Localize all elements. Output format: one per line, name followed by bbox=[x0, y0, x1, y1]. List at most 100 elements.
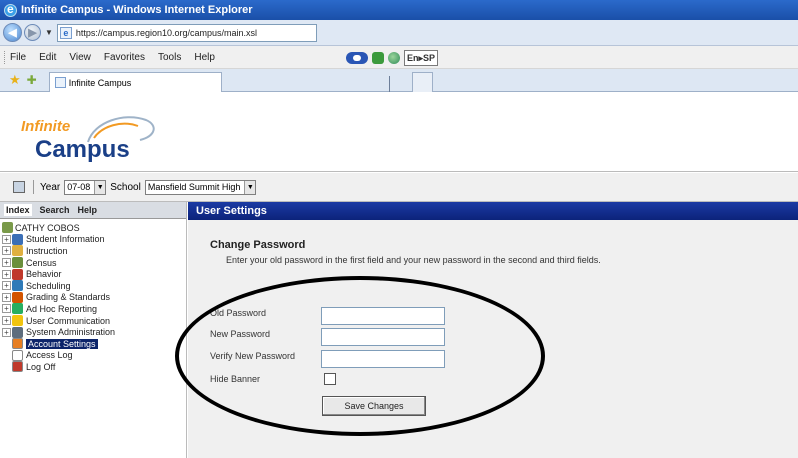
campus-logo-swoosh-icon bbox=[87, 116, 155, 143]
window-title-bar: Infinite Campus - Windows Internet Explo… bbox=[0, 0, 798, 20]
tree-subitem-label: Account Settings bbox=[26, 338, 98, 349]
main-panel: User Settings Change Password Enter your… bbox=[188, 202, 798, 458]
menu-file[interactable]: File bbox=[10, 52, 26, 63]
year-select[interactable]: 07-08 ▼ bbox=[64, 179, 107, 195]
menu-bar: File Edit View Favorites Tools Help En▸S… bbox=[0, 46, 798, 69]
chevron-down-icon: ▼ bbox=[244, 180, 256, 194]
verify-password-input[interactable] bbox=[321, 350, 445, 368]
expand-icon[interactable]: + bbox=[2, 234, 11, 244]
panel-header: User Settings bbox=[188, 202, 798, 220]
user-name: CATHY COBOS bbox=[15, 222, 80, 233]
expand-icon[interactable]: + bbox=[2, 258, 11, 268]
tree-subitem-label: Log Off bbox=[26, 361, 56, 372]
expand-icon[interactable]: + bbox=[2, 304, 11, 314]
tree-item[interactable]: + Ad Hoc Reporting bbox=[2, 303, 186, 315]
old-password-label: Old Password bbox=[210, 308, 267, 318]
translate-icon[interactable] bbox=[388, 52, 400, 64]
left-navigation: Index Search Help CATHY COBOS + Student I… bbox=[0, 202, 187, 458]
section-description: Enter your old password in the first fie… bbox=[226, 255, 601, 265]
expand-icon[interactable]: + bbox=[2, 292, 11, 302]
menu-view[interactable]: View bbox=[69, 52, 91, 63]
new-tab-button[interactable] bbox=[411, 72, 433, 92]
menu-grip bbox=[4, 51, 6, 64]
internet-explorer-icon bbox=[4, 2, 17, 17]
browser-tab[interactable]: Infinite Campus bbox=[48, 72, 222, 92]
rss-icon[interactable] bbox=[372, 52, 384, 64]
menu-favorites[interactable]: Favorites bbox=[104, 52, 145, 63]
hide-banner-checkbox[interactable] bbox=[324, 373, 336, 385]
tree-item-label: Student Information bbox=[26, 234, 105, 245]
toolbar-icons: En▸SP bbox=[346, 50, 439, 66]
tree-root-user[interactable]: CATHY COBOS bbox=[2, 222, 186, 234]
menu-help[interactable]: Help bbox=[194, 52, 215, 63]
tab-index[interactable]: Index bbox=[4, 204, 32, 216]
tree-item[interactable]: + Census bbox=[2, 257, 186, 269]
new-password-input[interactable] bbox=[321, 328, 445, 346]
expand-icon[interactable]: + bbox=[2, 269, 11, 279]
school-label: School bbox=[110, 181, 141, 193]
expand-icon[interactable]: + bbox=[2, 246, 11, 256]
scheduling-icon bbox=[12, 280, 23, 292]
back-button[interactable]: ◀ bbox=[3, 23, 22, 42]
student-info-icon bbox=[12, 233, 23, 245]
menu-edit[interactable]: Edit bbox=[39, 52, 56, 63]
tree-subitem[interactable]: Log Off bbox=[2, 361, 186, 373]
tab-title: Infinite Campus bbox=[68, 77, 132, 88]
msn-icon[interactable] bbox=[346, 52, 368, 64]
tree-item[interactable]: + Behavior bbox=[2, 268, 186, 280]
verify-password-label: Verify New Password bbox=[210, 351, 296, 361]
save-changes-button[interactable]: Save Changes bbox=[322, 396, 426, 416]
forward-button[interactable]: ▶ bbox=[24, 24, 41, 41]
address-toolbar: ◀ ▶ ▼ e https://campus.region10.org/camp… bbox=[0, 20, 798, 46]
add-favorite-icon[interactable]: ✚ bbox=[27, 73, 37, 87]
hide-banner-label: Hide Banner bbox=[210, 374, 261, 384]
expand-icon[interactable]: + bbox=[2, 327, 11, 337]
tree-item[interactable]: + Student Information bbox=[2, 233, 186, 246]
divider bbox=[33, 180, 34, 194]
page-icon: e bbox=[59, 26, 72, 39]
tree-item[interactable]: + Grading & Standards bbox=[2, 291, 186, 304]
tree-item-label: Instruction bbox=[26, 245, 68, 256]
school-value: Mansfield Summit High bbox=[147, 182, 241, 192]
tree-item-label: System Administration bbox=[26, 327, 116, 338]
account-settings-icon bbox=[12, 338, 23, 350]
language-select[interactable]: En▸SP bbox=[404, 50, 439, 66]
sysadmin-icon bbox=[12, 326, 23, 338]
chevron-down-icon: ▼ bbox=[94, 180, 106, 194]
address-bar[interactable]: e https://campus.region10.org/campus/mai… bbox=[56, 23, 317, 42]
context-bar: Year 07-08 ▼ School Mansfield Summit Hig… bbox=[0, 173, 798, 202]
tree-subitem[interactable]: Account Settings bbox=[2, 338, 186, 350]
window-title: Infinite Campus - Windows Internet Explo… bbox=[21, 4, 253, 16]
favorites-bar: ★ ✚ Infinite Campus bbox=[0, 69, 798, 92]
tree-item[interactable]: + Scheduling bbox=[2, 280, 186, 292]
menu-tools[interactable]: Tools bbox=[158, 52, 181, 63]
year-value: 07-08 bbox=[67, 182, 91, 192]
tree-item[interactable]: + System Administration bbox=[2, 326, 186, 338]
calendar-icon[interactable] bbox=[13, 181, 25, 193]
section-title: Change Password bbox=[210, 239, 306, 251]
access-log-icon bbox=[12, 349, 23, 361]
tree-item-label: Behavior bbox=[26, 269, 62, 280]
tree-item[interactable]: + User Communication bbox=[2, 315, 186, 327]
expand-icon[interactable]: + bbox=[2, 281, 11, 291]
instruction-icon bbox=[12, 245, 23, 257]
old-password-input[interactable] bbox=[321, 307, 445, 325]
tab-search[interactable]: Search bbox=[40, 205, 70, 215]
log-off-icon bbox=[12, 361, 23, 373]
tree-item-label: Scheduling bbox=[26, 280, 71, 291]
tree-item-label: Ad Hoc Reporting bbox=[26, 303, 98, 314]
user-folder-icon bbox=[2, 222, 13, 234]
year-label: Year bbox=[40, 181, 61, 193]
behavior-icon bbox=[12, 268, 23, 280]
favorites-star-icon[interactable]: ★ bbox=[9, 72, 21, 88]
expand-icon[interactable]: + bbox=[2, 316, 11, 326]
census-icon bbox=[12, 257, 23, 269]
school-select[interactable]: Mansfield Summit High ▼ bbox=[144, 179, 257, 195]
tree-subitem-label: Access Log bbox=[26, 350, 73, 361]
address-url: https://campus.region10.org/campus/main.… bbox=[75, 27, 258, 38]
tab-help[interactable]: Help bbox=[78, 205, 98, 215]
history-dropdown-icon[interactable]: ▼ bbox=[45, 28, 53, 37]
tree-item[interactable]: + Instruction bbox=[2, 245, 186, 257]
tree-subitem[interactable]: Access Log bbox=[2, 349, 186, 362]
tree-item-label: User Communication bbox=[26, 315, 111, 326]
